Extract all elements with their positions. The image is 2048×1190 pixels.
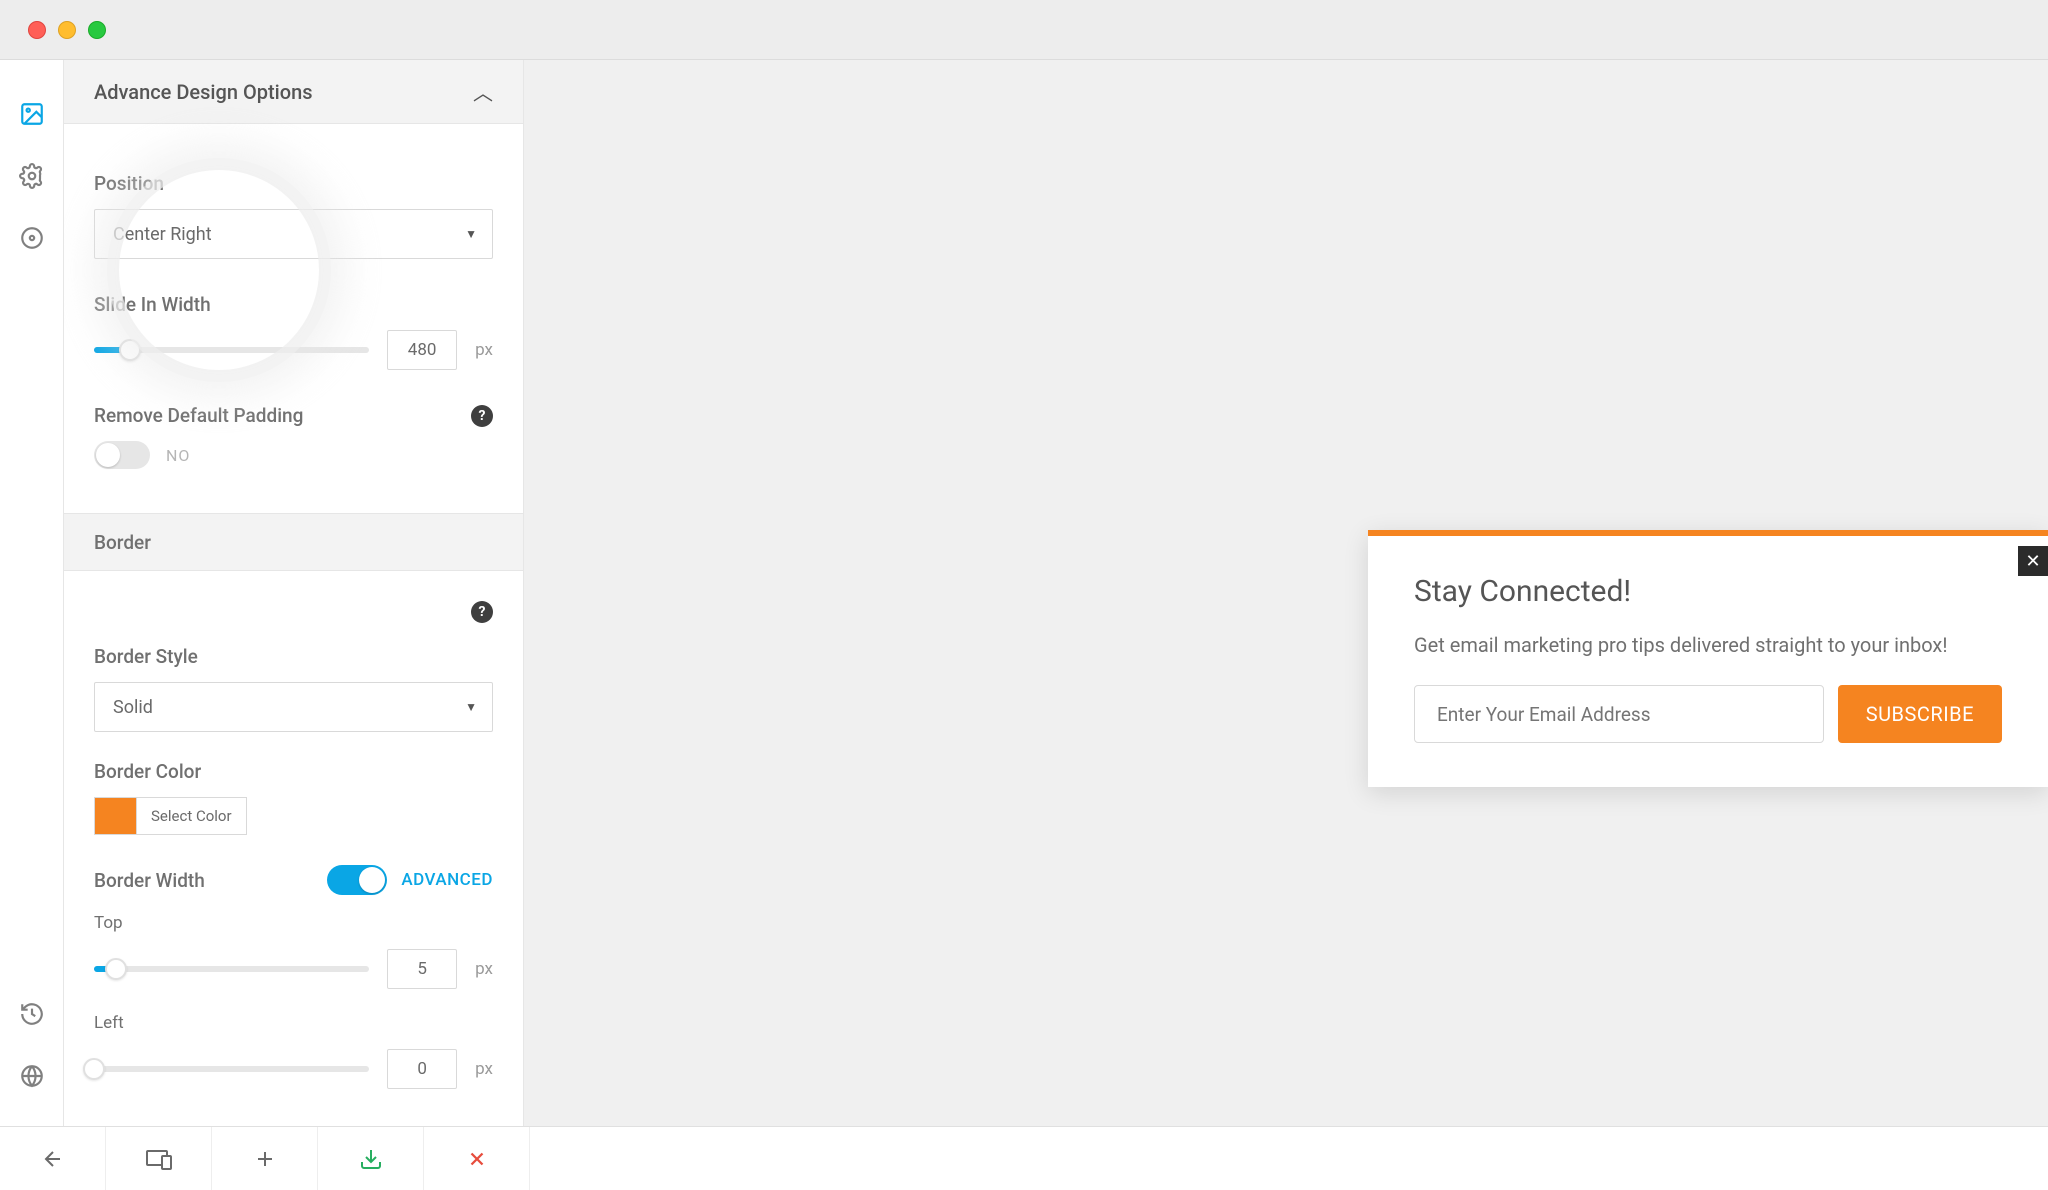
add-button[interactable] <box>212 1127 318 1190</box>
close-icon[interactable]: ✕ <box>2018 546 2048 576</box>
window-minimize-button[interactable] <box>58 21 76 39</box>
history-icon[interactable] <box>18 1000 46 1028</box>
border-section-heading: Border <box>64 513 523 571</box>
responsive-button[interactable] <box>106 1127 212 1190</box>
position-select[interactable]: Center Right <box>94 209 493 259</box>
popup-description: Get email marketing pro tips delivered s… <box>1414 631 2002 659</box>
chevron-up-icon: ︿ <box>473 77 493 106</box>
email-field[interactable] <box>1414 685 1824 743</box>
help-icon[interactable]: ? <box>471 601 493 623</box>
remove-padding-label: Remove Default Padding <box>94 404 303 427</box>
border-heading-text: Border <box>94 531 151 554</box>
border-top-slider[interactable] <box>94 966 369 972</box>
back-button[interactable] <box>0 1127 106 1190</box>
border-left-input[interactable] <box>387 1049 457 1089</box>
window-close-button[interactable] <box>28 21 46 39</box>
unit-label: px <box>475 340 493 360</box>
select-color-button[interactable]: Select Color <box>136 797 247 835</box>
color-swatch[interactable] <box>94 797 136 835</box>
slidein-width-input[interactable] <box>387 330 457 370</box>
globe-icon[interactable] <box>18 1062 46 1090</box>
image-icon[interactable] <box>18 100 46 128</box>
subscribe-button[interactable]: SUBSCRIBE <box>1838 685 2002 743</box>
tool-rail <box>0 60 64 1190</box>
border-color-label: Border Color <box>94 760 493 783</box>
slidein-width-slider[interactable] <box>94 347 369 353</box>
advanced-toggle[interactable] <box>327 865 387 895</box>
slidein-preview: ✕ Stay Connected! Get email marketing pr… <box>1368 530 2048 787</box>
unit-label: px <box>475 1059 493 1079</box>
border-top-input[interactable] <box>387 949 457 989</box>
toggle-off-label: NO <box>166 446 190 465</box>
section-advance-design[interactable]: Advance Design Options ︿ <box>64 60 523 124</box>
gear-icon[interactable] <box>18 162 46 190</box>
border-top-label: Top <box>94 913 493 933</box>
border-left-label: Left <box>94 1013 493 1033</box>
slidein-width-label: Slide In Width <box>94 293 493 316</box>
border-width-label: Border Width <box>94 869 205 892</box>
popup-title: Stay Connected! <box>1414 574 2002 609</box>
border-style-select[interactable]: Solid <box>94 682 493 732</box>
border-left-slider[interactable] <box>94 1066 369 1072</box>
section-title: Advance Design Options <box>94 80 313 104</box>
preview-canvas: ✕ Stay Connected! Get email marketing pr… <box>524 60 2048 1190</box>
save-button[interactable] <box>318 1127 424 1190</box>
help-icon[interactable]: ? <box>471 405 493 427</box>
remove-padding-toggle[interactable] <box>94 441 150 469</box>
window-titlebar <box>0 0 2048 60</box>
options-sidebar: Advance Design Options ︿ Position Center… <box>64 60 524 1190</box>
position-label: Position <box>94 172 493 195</box>
advanced-label: ADVANCED <box>401 870 493 890</box>
window-zoom-button[interactable] <box>88 21 106 39</box>
cancel-button[interactable] <box>424 1127 530 1190</box>
unit-label: px <box>475 959 493 979</box>
border-style-label: Border Style <box>94 645 493 668</box>
target-icon[interactable] <box>18 224 46 252</box>
bottom-toolbar <box>0 1126 2048 1190</box>
